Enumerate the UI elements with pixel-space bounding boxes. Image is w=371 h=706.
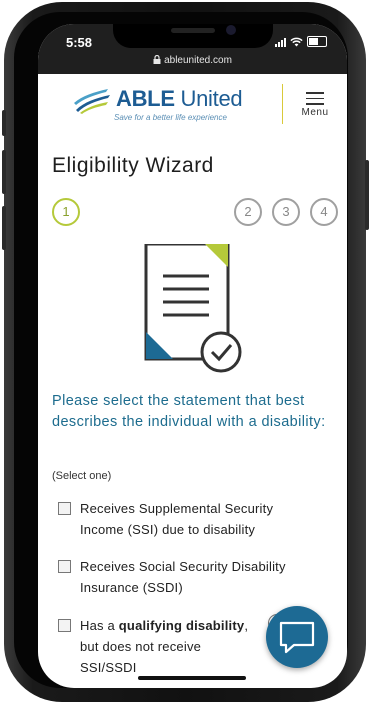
step-indicator-2[interactable]: 2 [234,198,262,226]
option-label: Has a qualifying disability, but does no… [80,618,249,675]
site-header: ABLE United Save for a better life exper… [38,74,347,138]
speaker [171,28,215,33]
chat-icon [279,621,315,654]
url-bar[interactable]: ableunited.com [38,54,347,66]
brand-tagline: Save for a better life experience [114,113,227,122]
page-title: Eligibility Wizard [52,154,214,177]
chat-button[interactable] [266,606,328,668]
lock-icon [153,54,161,64]
side-button [2,150,6,194]
menu-icon [296,92,334,105]
side-button [2,206,6,250]
logo-mark-icon [74,89,110,114]
selection-hint: (Select one) [52,470,112,482]
checkbox-qualifying-disability[interactable] [58,619,71,632]
brand-name: ABLE United [116,86,243,111]
side-button [365,160,369,230]
side-button [2,110,6,136]
screen: 5:58 ableunited.com ABLE United Save for… [38,24,347,688]
menu-button[interactable]: Menu [296,92,334,118]
option-ssi[interactable]: Receives Supplemental Security Income (S… [58,498,273,540]
step-indicator-3[interactable]: 3 [272,198,300,226]
home-indicator [138,676,246,680]
checkbox-ssdi[interactable] [58,560,71,573]
battery-icon [307,36,327,47]
notch [113,24,273,48]
status-time: 5:58 [66,35,93,50]
question-prompt: Please select the statement that best de… [52,393,326,430]
menu-label: Menu [301,106,329,118]
document-check-icon [144,244,242,373]
header-divider [282,84,283,124]
step-indicator-4[interactable]: 4 [310,198,338,226]
status-bar: 5:58 ableunited.com [38,24,347,74]
signal-icon [275,37,286,47]
option-ssdi[interactable]: Receives Social Security Disability Insu… [58,556,286,598]
wifi-icon [290,37,303,46]
option-qualifying-disability[interactable]: Has a qualifying disability, but does no… [58,615,248,678]
checkbox-ssi[interactable] [58,502,71,515]
url-text: ableunited.com [164,55,232,66]
option-label: Receives Social Security Disability Insu… [80,559,286,595]
option-label: Receives Supplemental Security Income (S… [80,501,274,537]
status-icons [275,36,327,47]
qualifying-disability-link[interactable]: qualifying disability [119,618,245,633]
camera [226,25,236,35]
step-indicator-1[interactable]: 1 [52,198,80,226]
